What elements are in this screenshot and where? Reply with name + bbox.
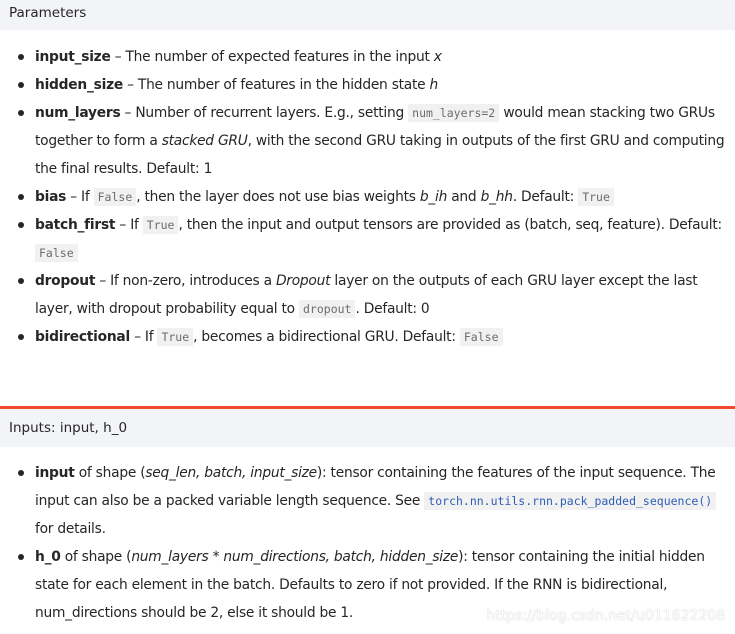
bullet-icon — [18, 554, 24, 560]
parameters-header: Parameters — [0, 0, 735, 30]
parameters-list: input_size – The number of expected feat… — [0, 43, 735, 351]
param-text: of shape ( — [74, 465, 146, 481]
param-emphasis: h — [429, 77, 439, 93]
pack-padded-sequence-link[interactable]: torch.nn.utils.rnn.pack_padded_sequence(… — [424, 492, 717, 510]
term-hidden-size: hidden_size — [35, 77, 123, 93]
param-batch-first: batch_first – If True, then the input an… — [0, 211, 735, 267]
param-text: . Default: 0 — [355, 301, 430, 317]
term-num-layers: num_layers — [35, 105, 121, 121]
term-input: input — [35, 465, 75, 481]
param-text: – The number of expected features in the… — [110, 49, 434, 65]
param-emphasis: b_hh — [480, 189, 513, 205]
param-hidden-size: hidden_size – The number of features in … — [0, 71, 735, 99]
inline-code: num_layers=2 — [408, 104, 500, 122]
inline-code: True — [578, 188, 614, 206]
term-batch-first: batch_first — [35, 217, 116, 233]
param-dropout: dropout – If non-zero, introduces a Drop… — [0, 267, 735, 323]
param-text: – If non-zero, introduces a — [95, 273, 276, 289]
bullet-icon — [18, 194, 24, 200]
inline-code: True — [157, 328, 194, 346]
param-num-layers: num_layers – Number of recurrent layers.… — [0, 99, 735, 183]
param-bias: bias – If False, then the layer does not… — [0, 183, 735, 211]
watermark: https://blog.csdn.net/u011622208 — [486, 608, 725, 624]
param-input-size: input_size – The number of expected feat… — [0, 43, 735, 71]
param-emphasis: b_ih — [419, 189, 448, 205]
param-text: for details. — [35, 521, 106, 537]
inputs-header: Inputs: input, h_0 — [0, 409, 735, 447]
inline-code: dropout — [299, 300, 356, 318]
bullet-icon — [18, 222, 24, 228]
inline-code: False — [93, 188, 137, 206]
inline-code: False — [35, 244, 78, 262]
param-text: of shape ( — [60, 549, 132, 565]
param-emphasis: x — [433, 49, 442, 65]
param-text: , becomes a bidirectional GRU. Default: — [193, 329, 460, 345]
bullet-icon — [18, 110, 24, 116]
param-text: – The number of features in the hidden s… — [122, 77, 430, 93]
term-bidirectional: bidirectional — [35, 329, 130, 345]
inline-code: True — [142, 216, 179, 234]
param-text: , then the layer does not use bias weigh… — [136, 189, 420, 205]
term-bias: bias — [35, 189, 67, 205]
param-text: , then the input and output tensors are … — [178, 217, 722, 233]
param-emphasis: seq_len, batch, input_size — [145, 465, 317, 481]
bullet-icon — [18, 334, 24, 340]
param-text: . Default: — [512, 189, 579, 205]
bullet-icon — [18, 82, 24, 88]
input-input: input of shape (seq_len, batch, input_si… — [0, 459, 735, 543]
param-text: – If — [115, 217, 143, 233]
param-emphasis: Dropout — [275, 273, 331, 289]
bullet-icon — [18, 470, 24, 476]
param-text: – If — [66, 189, 94, 205]
term-input-size: input_size — [35, 49, 111, 65]
term-h0: h_0 — [35, 549, 61, 565]
param-emphasis: stacked GRU — [161, 133, 248, 149]
param-text: and — [447, 189, 481, 205]
param-bidirectional: bidirectional – If True, becomes a bidir… — [0, 323, 735, 351]
param-text: – Number of recurrent layers. E.g., sett… — [120, 105, 409, 121]
term-dropout: dropout — [35, 273, 96, 289]
bullet-icon — [18, 54, 24, 60]
param-text: – If — [129, 329, 158, 345]
bullet-icon — [18, 278, 24, 284]
inputs-list: input of shape (seq_len, batch, input_si… — [0, 459, 735, 627]
inline-code: False — [459, 328, 503, 346]
param-emphasis: num_layers * num_directions, batch, hidd… — [131, 549, 459, 565]
